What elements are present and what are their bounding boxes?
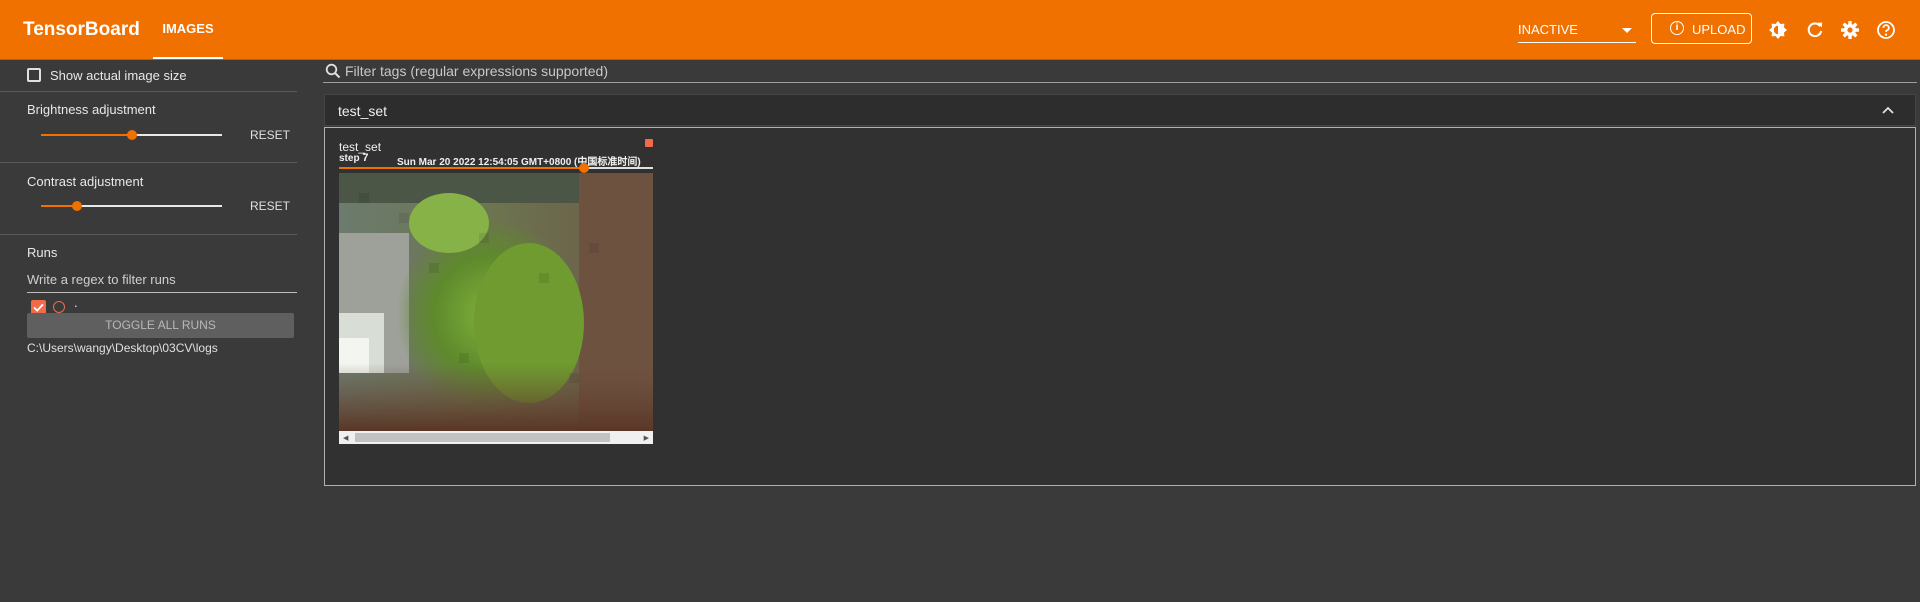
reload-status-select[interactable]: INACTIVE (1518, 20, 1636, 43)
tab-images[interactable]: IMAGES (153, 0, 223, 59)
show-actual-size-label: Show actual image size (50, 68, 187, 83)
runs-filter-input[interactable]: Write a regex to filter runs (27, 268, 297, 293)
divider (0, 162, 297, 163)
step-slider[interactable] (339, 163, 653, 173)
brightness-label: Brightness adjustment (27, 102, 156, 117)
help-icon[interactable] (1876, 20, 1896, 40)
tag-group-title: test_set (338, 103, 388, 119)
run-name: . (74, 295, 78, 310)
divider (0, 91, 297, 92)
image-card-step: step 7 (339, 152, 368, 164)
step-slider-thumb[interactable] (578, 163, 589, 173)
runs-filter-placeholder: Write a regex to filter runs (27, 272, 176, 287)
step-slider-fill (339, 167, 584, 169)
top-app-bar: TensorBoard IMAGES INACTIVE i UPLOAD (0, 0, 1920, 60)
contrast-slider-thumb[interactable] (72, 201, 83, 211)
brightness-slider-fill (41, 134, 132, 136)
scrollbar-thumb[interactable] (355, 433, 610, 442)
info-icon: i (1670, 21, 1684, 35)
contrast-reset-button[interactable]: RESET (250, 199, 290, 213)
scroll-left-arrow-icon[interactable]: ◀ (343, 434, 348, 442)
show-actual-size-checkbox[interactable] (27, 68, 41, 82)
settings-gear-icon[interactable] (1840, 20, 1860, 40)
contrast-label: Contrast adjustment (27, 174, 144, 189)
runs-title: Runs (27, 245, 58, 260)
toggle-all-runs-button[interactable]: TOGGLE ALL RUNS (27, 313, 294, 338)
theme-contrast-icon[interactable] (1768, 20, 1788, 40)
tag-filter-placeholder: Filter tags (regular expressions support… (345, 63, 609, 79)
log-directory-path: C:\Users\wangy\Desktop\03CV\logs (27, 341, 218, 355)
contrast-slider[interactable] (41, 201, 222, 211)
sample-image (339, 173, 653, 431)
reload-status-value: INACTIVE (1518, 22, 1578, 37)
chevron-down-icon (1622, 28, 1632, 33)
reload-icon[interactable] (1805, 20, 1825, 40)
step-value: 7 (362, 152, 369, 164)
scroll-right-arrow-icon[interactable]: ▶ (644, 434, 649, 442)
step-label: step (339, 153, 360, 164)
image-horizontal-scrollbar[interactable]: ◀ ▶ (339, 431, 653, 444)
chevron-up-icon[interactable] (1881, 103, 1895, 117)
upload-button[interactable]: i UPLOAD (1651, 13, 1752, 44)
tag-group-header[interactable]: test_set (324, 94, 1916, 126)
tag-filter-input[interactable]: Filter tags (regular expressions support… (323, 58, 1917, 83)
app-brand: TensorBoard (23, 19, 140, 40)
divider (0, 234, 297, 235)
run-color-swatch[interactable] (53, 301, 65, 313)
image-card-timestamp: Sun Mar 20 2022 12:54:05 GMT+0800 (中国标准时… (397, 157, 641, 168)
search-icon (325, 63, 341, 79)
upload-button-label: UPLOAD (1692, 22, 1746, 37)
run-color-indicator (645, 139, 653, 147)
brightness-slider[interactable] (41, 130, 222, 140)
brightness-slider-thumb[interactable] (126, 130, 137, 140)
brightness-reset-button[interactable]: RESET (250, 128, 290, 142)
image-viewport (339, 173, 653, 431)
